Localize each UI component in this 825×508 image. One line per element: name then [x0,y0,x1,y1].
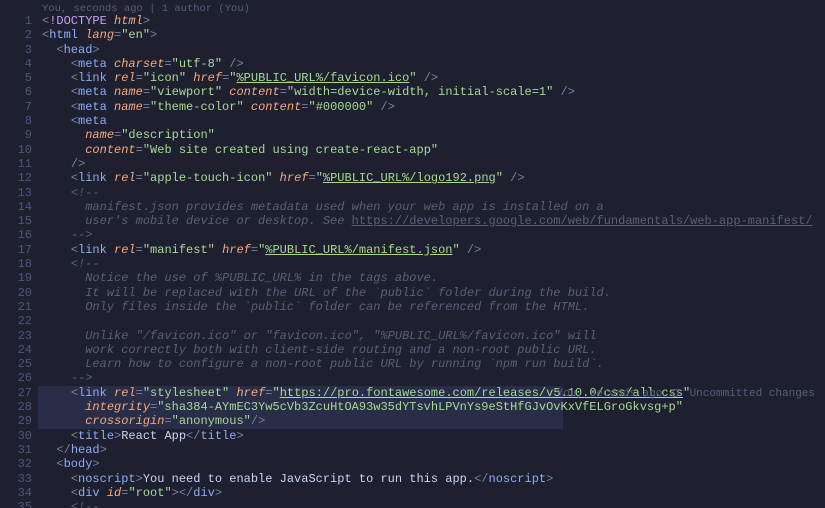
line-number: 23 [0,329,38,343]
code-line[interactable]: name="description" [42,128,825,142]
code-line[interactable]: It will be replaced with the URL of the … [42,286,825,300]
code-line[interactable]: <link rel="icon" href="%PUBLIC_URL%/favi… [42,71,825,85]
line-number: 1 [0,14,38,28]
code-line[interactable]: <!-- [42,186,825,200]
line-number: 4 [0,57,38,71]
code-content[interactable]: <!DOCTYPE html><html lang="en"> <head> <… [42,0,825,508]
code-line[interactable]: <!DOCTYPE html> [42,14,825,28]
line-number: 7 [0,100,38,114]
code-line[interactable]: <link rel="apple-touch-icon" href="%PUBL… [42,171,825,185]
code-line[interactable]: crossorigin="anonymous"/> [42,414,825,428]
code-line[interactable]: user's mobile device or desktop. See htt… [42,214,825,228]
line-number-gutter: 1234567891011121314151617181920212223242… [0,0,38,508]
code-line[interactable]: /> [42,157,825,171]
line-number: 11 [0,157,38,171]
line-number: 3 [0,43,38,57]
code-line[interactable]: <meta charset="utf-8" /> [42,57,825,71]
code-line[interactable]: <!-- [42,500,825,508]
line-number: 27 [0,386,38,400]
code-line[interactable]: <meta [42,114,825,128]
line-number: 33 [0,472,38,486]
code-line[interactable]: integrity="sha384-AYmEC3Yw5cVb3ZcuHtOA93… [42,400,825,414]
code-line[interactable]: <meta name="viewport" content="width=dev… [42,85,825,99]
line-number: 10 [0,143,38,157]
line-number: 14 [0,200,38,214]
line-number: 9 [0,128,38,142]
code-line[interactable]: Unlike "/favicon.ico" or "favicon.ico", … [42,329,825,343]
code-line[interactable]: <meta name="theme-color" content="#00000… [42,100,825,114]
code-line[interactable]: Learn how to configure a non-root public… [42,357,825,371]
code-line[interactable]: Notice the use of %PUBLIC_URL% in the ta… [42,271,825,285]
code-line[interactable]: </head> [42,443,825,457]
line-number: 16 [0,228,38,242]
line-number: 32 [0,457,38,471]
line-number: 29 [0,414,38,428]
line-number: 6 [0,85,38,99]
line-number: 21 [0,300,38,314]
code-line[interactable]: <noscript>You need to enable JavaScript … [42,472,825,486]
code-line[interactable]: content="Web site created using create-r… [42,143,825,157]
bullet-icon [671,389,679,397]
line-number: 13 [0,186,38,200]
line-number: 31 [0,443,38,457]
line-number: 15 [0,214,38,228]
code-editor[interactable]: You, seconds ago | 1 author (You) 123456… [0,0,825,508]
line-number: 30 [0,429,38,443]
code-line[interactable]: <html lang="en"> [42,28,825,42]
code-line[interactable]: --> [42,228,825,242]
line-number: 35 [0,500,38,508]
code-line[interactable]: --> [42,371,825,385]
line-number: 5 [0,71,38,85]
code-line[interactable]: <div id="root"></div> [42,486,825,500]
code-line[interactable]: <link rel="manifest" href="%PUBLIC_URL%/… [42,243,825,257]
line-number: 34 [0,486,38,500]
line-number: 26 [0,371,38,385]
code-line[interactable]: work correctly both with client-side rou… [42,343,825,357]
code-line[interactable]: <body> [42,457,825,471]
line-number: 20 [0,286,38,300]
code-line[interactable] [42,314,825,328]
line-number: 19 [0,271,38,285]
line-number: 2 [0,28,38,42]
line-number: 18 [0,257,38,271]
line-number: 24 [0,343,38,357]
line-number: 22 [0,314,38,328]
code-line[interactable]: Only files inside the `public` folder ca… [42,300,825,314]
code-line[interactable]: <!-- [42,257,825,271]
code-line[interactable]: manifest.json provides metadata used whe… [42,200,825,214]
line-number: 8 [0,114,38,128]
line-number: 12 [0,171,38,185]
code-line[interactable]: <title>React App</title> [42,429,825,443]
inline-blame-annotation: You, seconds ago Uncommitted changes [557,387,815,401]
line-number: 28 [0,400,38,414]
line-number: 25 [0,357,38,371]
line-number: 17 [0,243,38,257]
code-line[interactable]: <head> [42,43,825,57]
